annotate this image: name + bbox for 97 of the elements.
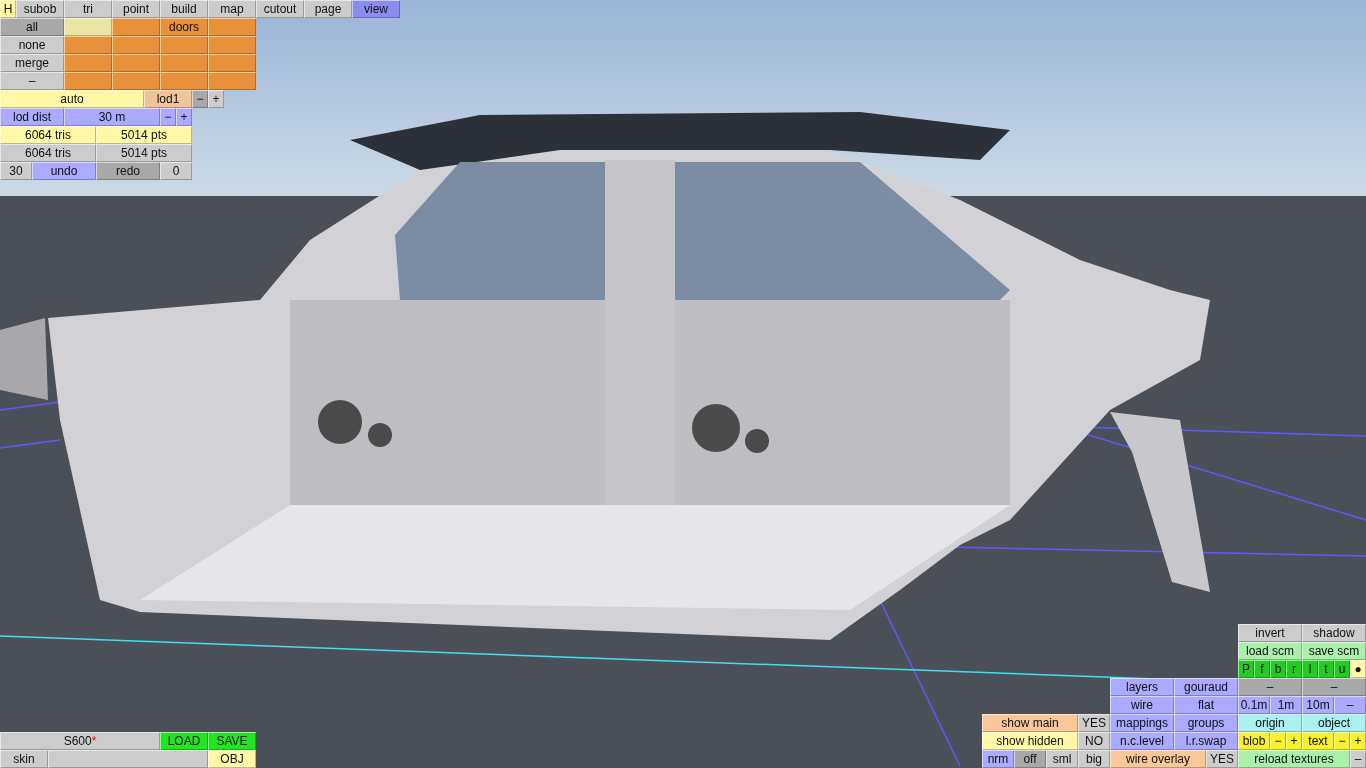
panel-button[interactable]: –	[1350, 750, 1366, 768]
panel-button[interactable]: off	[1014, 750, 1046, 768]
panel-button[interactable]: skin	[0, 750, 48, 768]
mode-tab[interactable]: point	[112, 0, 160, 18]
panel-button[interactable]: t	[1318, 660, 1334, 678]
blank-button[interactable]	[160, 36, 208, 54]
panel-button[interactable]: lod dist	[0, 108, 64, 126]
blank-button[interactable]	[48, 750, 208, 768]
blank-button[interactable]	[208, 54, 256, 72]
panel-button[interactable]: OBJ	[208, 750, 256, 768]
panel-button[interactable]: +	[176, 108, 192, 126]
panel-button[interactable]: wire	[1110, 696, 1174, 714]
panel-button[interactable]: −	[1334, 732, 1350, 750]
blank-button[interactable]	[112, 18, 160, 36]
panel-button[interactable]: 30 m	[64, 108, 160, 126]
blank-button[interactable]	[208, 18, 256, 36]
panel-button[interactable]: gouraud	[1174, 678, 1238, 696]
blank-button[interactable]	[64, 54, 112, 72]
blank-button[interactable]	[160, 72, 208, 90]
panel-button[interactable]: layers	[1110, 678, 1174, 696]
panel-button[interactable]: LOAD	[160, 732, 208, 750]
panel-button[interactable]: l	[1302, 660, 1318, 678]
blank-button[interactable]	[112, 72, 160, 90]
panel-button[interactable]: f	[1254, 660, 1270, 678]
panel-button[interactable]: +	[1286, 732, 1302, 750]
panel-button[interactable]: r	[1286, 660, 1302, 678]
panel-button[interactable]: −	[192, 90, 208, 108]
panel-button[interactable]: l.r.swap	[1174, 732, 1238, 750]
blank-button[interactable]	[208, 72, 256, 90]
panel-button[interactable]: b	[1270, 660, 1286, 678]
panel-button[interactable]: none	[0, 36, 64, 54]
panel-button[interactable]: merge	[0, 54, 64, 72]
panel-button[interactable]: –	[0, 72, 64, 90]
panel-button[interactable]: doors	[160, 18, 208, 36]
panel-button[interactable]: –	[1334, 696, 1366, 714]
panel-button[interactable]: NO	[1078, 732, 1110, 750]
panel-button[interactable]: 6064 tris	[0, 126, 96, 144]
panel-button[interactable]: groups	[1174, 714, 1238, 732]
panel-button[interactable]: reload textures	[1238, 750, 1350, 768]
mode-tab[interactable]: map	[208, 0, 256, 18]
panel-button[interactable]: shadow	[1302, 624, 1366, 642]
panel-button[interactable]: 0.1m	[1238, 696, 1270, 714]
panel-button[interactable]: 5014 pts	[96, 126, 192, 144]
panel-button[interactable]: origin	[1238, 714, 1302, 732]
panel-button[interactable]: –	[1238, 678, 1302, 696]
panel-button[interactable]: sml	[1046, 750, 1078, 768]
panel-button[interactable]: nrm	[982, 750, 1014, 768]
blank-button[interactable]	[112, 36, 160, 54]
panel-button[interactable]: show main	[982, 714, 1078, 732]
panel-button[interactable]: –	[1302, 678, 1366, 696]
panel-button[interactable]: P	[1238, 660, 1254, 678]
panel-button[interactable]: redo	[96, 162, 160, 180]
blank-button[interactable]	[112, 54, 160, 72]
blank-button[interactable]	[64, 18, 112, 36]
panel-button[interactable]: load scm	[1238, 642, 1302, 660]
panel-button[interactable]: save scm	[1302, 642, 1366, 660]
mode-tab[interactable]: tri	[64, 0, 112, 18]
mode-tab[interactable]: build	[160, 0, 208, 18]
panel-button[interactable]: undo	[32, 162, 96, 180]
panel-button[interactable]: 1m	[1270, 696, 1302, 714]
panel-button[interactable]: 6064 tris	[0, 144, 96, 162]
panel-button[interactable]: wire overlay	[1110, 750, 1206, 768]
panel-button[interactable]: −	[1270, 732, 1286, 750]
panel-button[interactable]: text	[1302, 732, 1334, 750]
panel-button[interactable]: auto	[0, 90, 144, 108]
mode-tab[interactable]: cutout	[256, 0, 304, 18]
blank-button[interactable]	[160, 54, 208, 72]
mode-tab[interactable]: subob	[16, 0, 64, 18]
panel-button[interactable]: 10m	[1302, 696, 1334, 714]
help-button[interactable]: H	[0, 0, 16, 18]
panel-button[interactable]: S600*	[0, 732, 160, 750]
blank-button[interactable]	[64, 72, 112, 90]
panel-button[interactable]: 30	[0, 162, 32, 180]
mode-tab[interactable]: page	[304, 0, 352, 18]
blank-button[interactable]	[64, 36, 112, 54]
panel-button[interactable]: +	[208, 90, 224, 108]
panel-button[interactable]: 0	[160, 162, 192, 180]
panel-button[interactable]: SAVE	[208, 732, 256, 750]
panel-button[interactable]: all	[0, 18, 64, 36]
panel-button[interactable]: invert	[1238, 624, 1302, 642]
blank-button[interactable]	[208, 36, 256, 54]
panel-button[interactable]: lod1	[144, 90, 192, 108]
panel-button[interactable]: +	[1350, 732, 1366, 750]
panel-button[interactable]: object	[1302, 714, 1366, 732]
panel-button[interactable]: 5014 pts	[96, 144, 192, 162]
panel-button[interactable]: YES	[1078, 714, 1110, 732]
panel-button[interactable]: flat	[1174, 696, 1238, 714]
panel-button[interactable]: n.c.level	[1110, 732, 1174, 750]
mode-tab[interactable]: view	[352, 0, 400, 18]
panel-button[interactable]: mappings	[1110, 714, 1174, 732]
panel-button[interactable]: blob	[1238, 732, 1270, 750]
panel-button[interactable]: ●	[1350, 660, 1366, 678]
panel-button[interactable]: show hidden	[982, 732, 1078, 750]
panel-button[interactable]: u	[1334, 660, 1350, 678]
panel-button[interactable]: −	[160, 108, 176, 126]
panel-button[interactable]: YES	[1206, 750, 1238, 768]
panel-button[interactable]: big	[1078, 750, 1110, 768]
